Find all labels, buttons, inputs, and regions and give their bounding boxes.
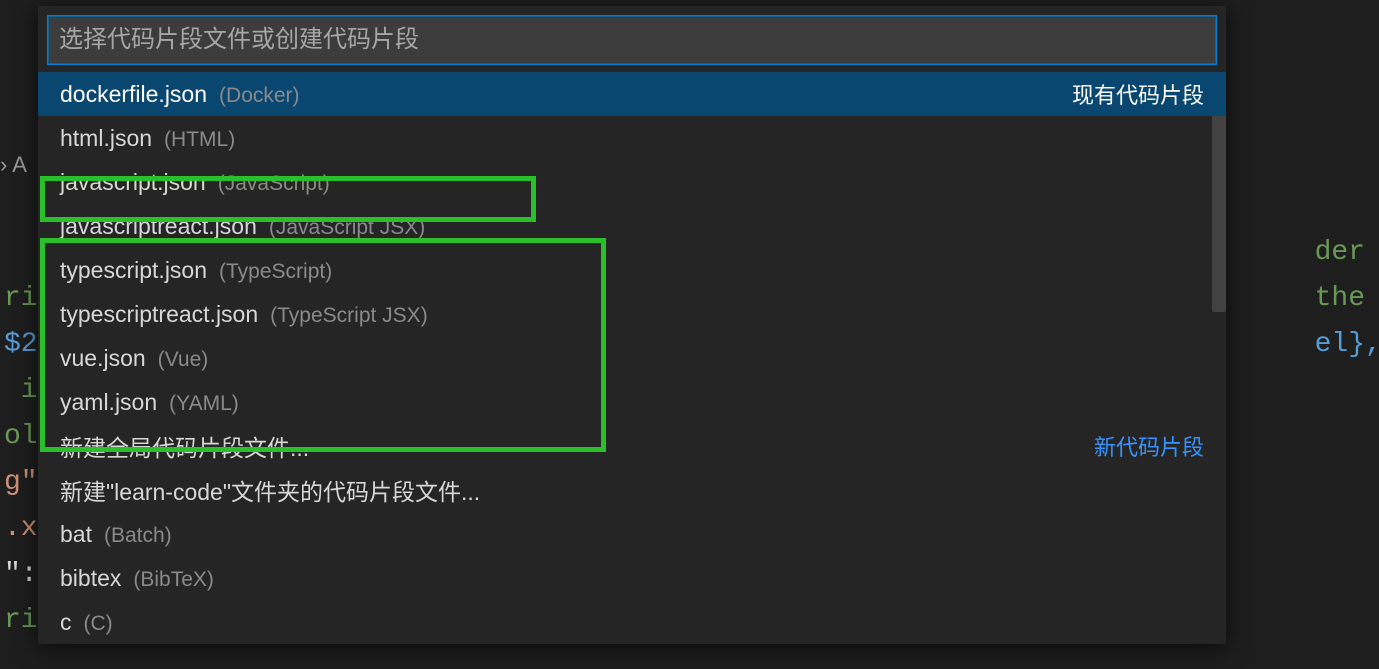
snippet-row-hint: (Vue) [158, 348, 209, 372]
snippet-row[interactable]: 新建"learn-code"文件夹的代码片段文件... [38, 468, 1226, 512]
snippet-row-name: javascriptreact.json [60, 213, 257, 240]
snippet-row-name: typescriptreact.json [60, 301, 258, 328]
snippet-row[interactable]: yaml.json (YAML) [38, 380, 1226, 424]
snippet-row-group-label: 现有代码片段 [1072, 78, 1204, 110]
snippet-row-name: vue.json [60, 345, 146, 372]
snippet-row-name: dockerfile.json [60, 81, 207, 108]
snippet-row-hint: (Batch) [104, 524, 172, 548]
snippet-search-input[interactable] [48, 16, 1216, 64]
snippet-row-name: bibtex [60, 565, 121, 592]
snippet-row[interactable]: vue.json (Vue) [38, 336, 1226, 380]
quickpick-input-wrap [38, 6, 1226, 72]
snippet-row-hint: (BibTeX) [133, 568, 214, 592]
snippet-quickpick: dockerfile.json (Docker) 现有代码片段 html.json (H… [38, 6, 1226, 644]
snippet-row-name: 新建"learn-code"文件夹的代码片段文件... [60, 473, 480, 507]
snippet-row-name: typescript.json [60, 257, 207, 284]
snippet-row[interactable]: 新建全局代码片段文件... 新代码片段 [38, 424, 1226, 468]
snippet-row-hint: (TypeScript) [219, 260, 332, 284]
snippet-row-hint: (JavaScript JSX) [269, 216, 425, 240]
snippet-row-hint: (Docker) [219, 84, 300, 108]
snippet-row-name: bat [60, 521, 92, 548]
snippet-row-hint: (C) [84, 612, 113, 636]
snippet-row-name: 新建全局代码片段文件... [60, 429, 309, 463]
snippet-row[interactable]: javascriptreact.json (JavaScript JSX) [38, 204, 1226, 248]
snippet-row[interactable]: dockerfile.json (Docker) 现有代码片段 [38, 72, 1226, 116]
snippet-row[interactable]: c (C) [38, 600, 1226, 644]
snippet-row-name: javascript.json [60, 169, 206, 196]
snippet-row[interactable]: typescriptreact.json (TypeScript JSX) [38, 292, 1226, 336]
snippet-row[interactable]: bat (Batch) [38, 512, 1226, 556]
snippet-row[interactable]: typescript.json (TypeScript) [38, 248, 1226, 292]
snippet-row-group-label: 新代码片段 [1094, 430, 1204, 462]
snippet-row-hint: (TypeScript JSX) [270, 304, 428, 328]
snippet-row-hint: (JavaScript) [218, 172, 330, 196]
snippet-row[interactable]: html.json (HTML) [38, 116, 1226, 160]
quickpick-list: dockerfile.json (Docker) 现有代码片段 html.json (H… [38, 72, 1226, 644]
snippet-row-hint: (YAML) [169, 392, 239, 416]
breadcrumb: › A [0, 152, 27, 178]
snippet-row-name: c [60, 609, 72, 636]
snippet-row-hint: (HTML) [164, 128, 235, 152]
snippet-row[interactable]: javascript.json (JavaScript) [38, 160, 1226, 204]
snippet-row-name: yaml.json [60, 389, 157, 416]
snippet-row-name: html.json [60, 125, 152, 152]
snippet-row[interactable]: bibtex (BibTeX) [38, 556, 1226, 600]
